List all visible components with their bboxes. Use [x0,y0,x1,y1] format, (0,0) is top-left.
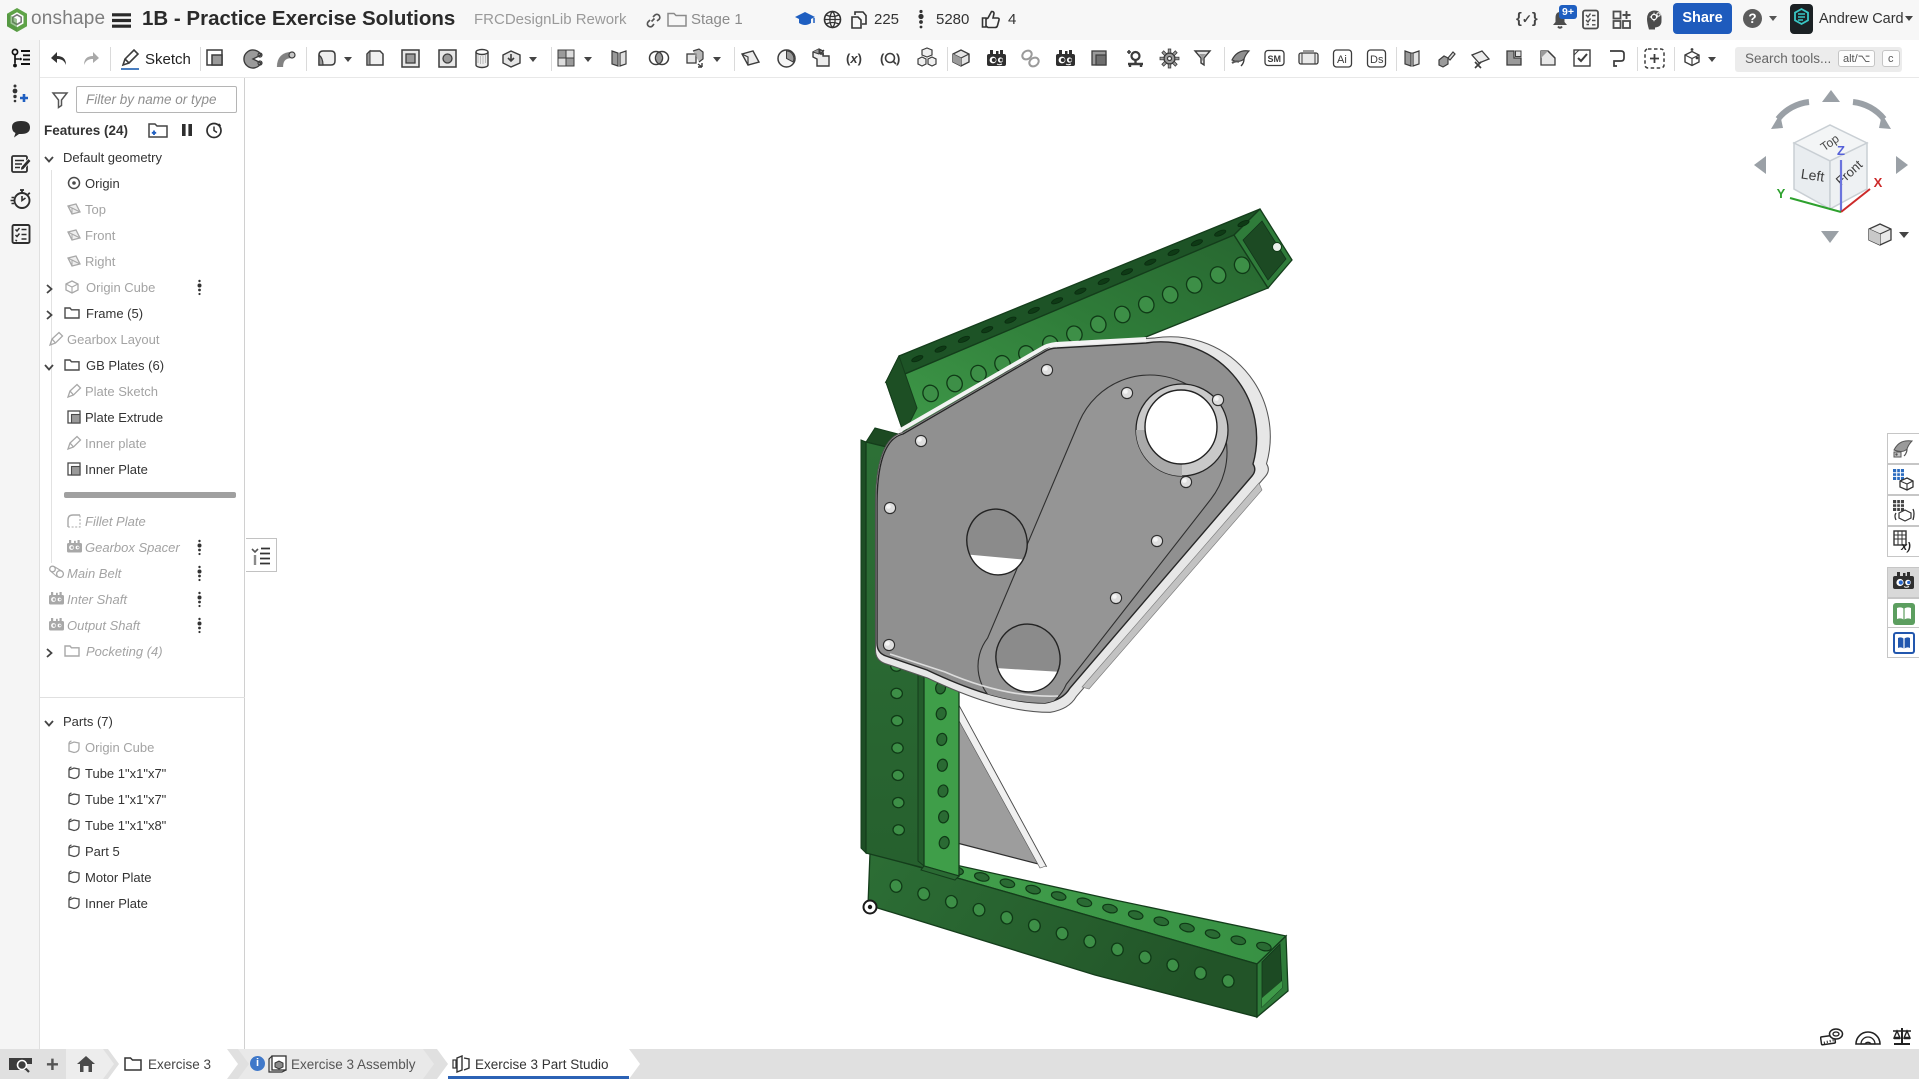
svg-text:(: ( [880,51,885,66]
svg-text:Ds: Ds [1370,54,1384,66]
svg-text:x): x) [1900,541,1911,553]
svg-text:SM: SM [1268,54,1282,64]
svg-text:Y: Y [1777,186,1786,201]
svg-text:(x): (x) [846,51,862,66]
svg-text:Ai: Ai [1337,54,1347,66]
svg-text:Left: Left [1800,166,1825,185]
svg-text:X: X [1874,175,1883,190]
svg-text:Z: Z [1837,143,1845,158]
svg-text:): ) [896,51,900,66]
